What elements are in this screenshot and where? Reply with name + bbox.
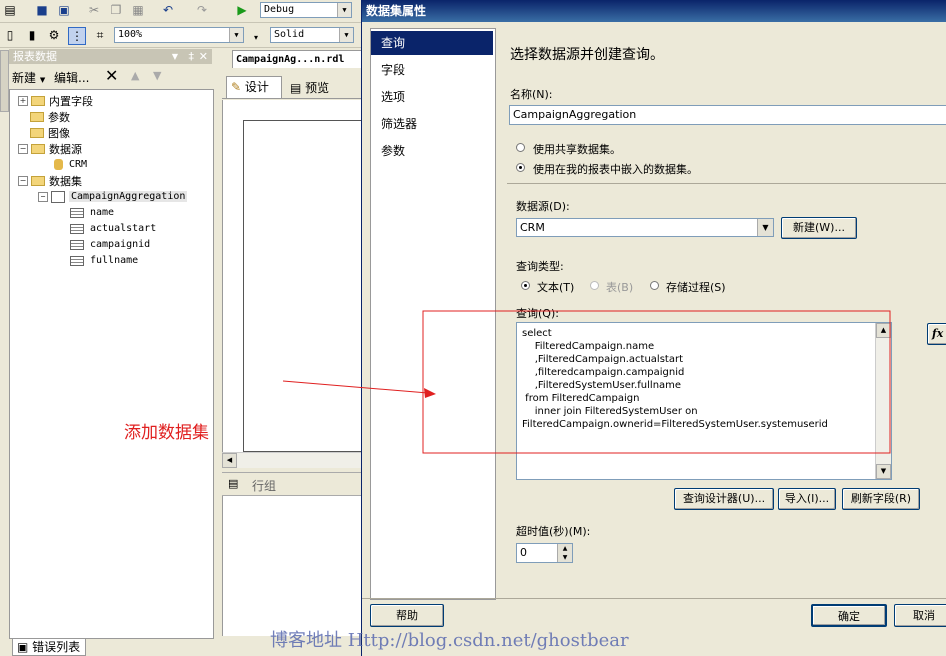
annotation-overlay bbox=[282, 310, 891, 454]
annotation-arrowhead bbox=[424, 388, 436, 398]
watermark-text: 博客地址 Http://blog.csdn.net/ghostbear bbox=[270, 630, 629, 651]
highlight-rectangle bbox=[422, 310, 891, 454]
annotation-arrow-line bbox=[282, 380, 429, 394]
annotation-text: 添加数据集 bbox=[124, 423, 209, 443]
